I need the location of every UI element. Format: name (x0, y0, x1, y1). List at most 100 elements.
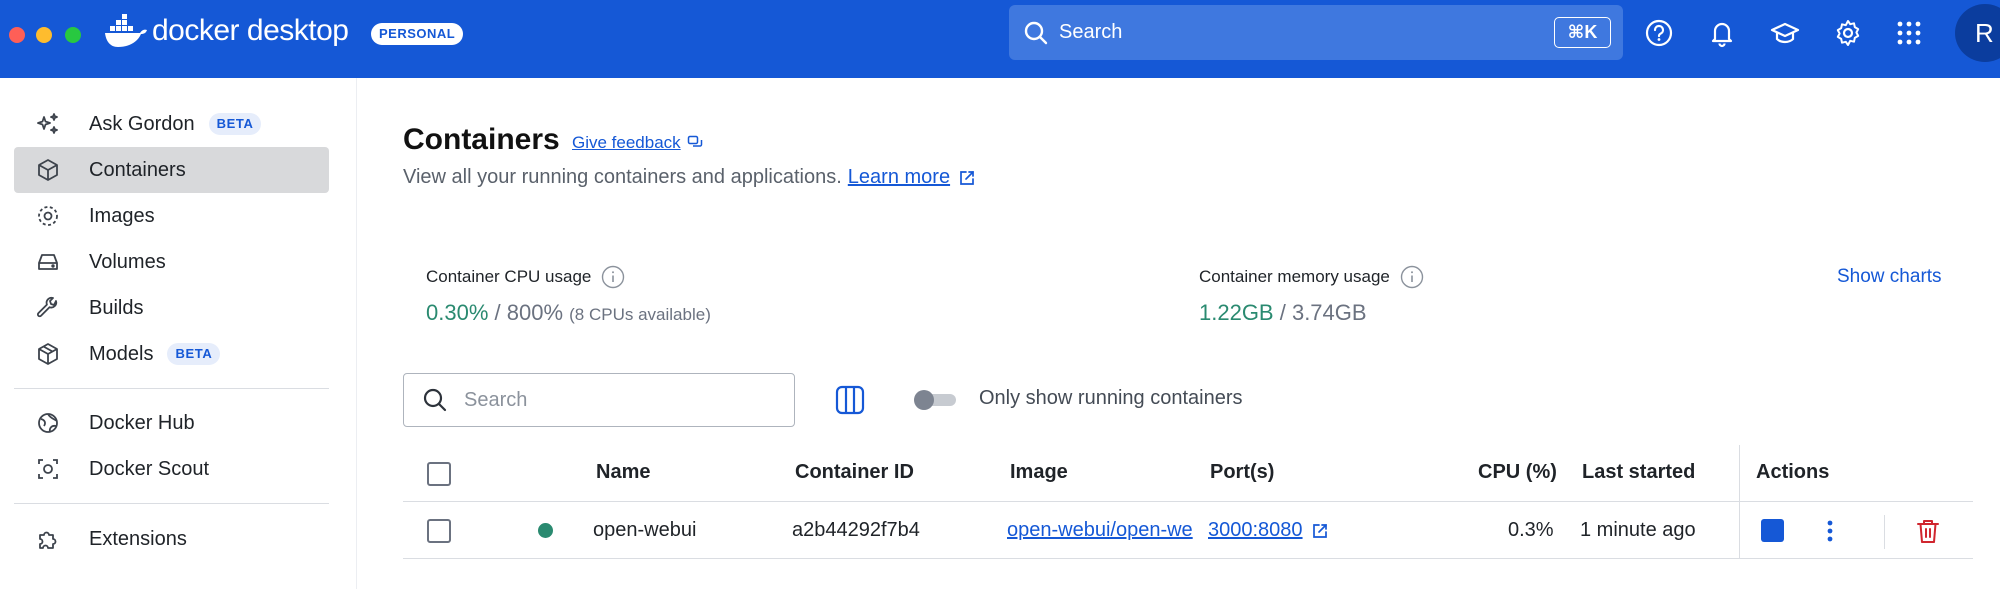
container-id: a2b44292f7b4 (792, 519, 920, 541)
container-icon (36, 158, 60, 182)
select-all-checkbox[interactable] (427, 462, 451, 486)
sidebar-item-label: Images (89, 204, 155, 227)
status-running-dot (538, 523, 553, 538)
learn-more-link[interactable]: Learn more (848, 166, 950, 189)
column-header-last-started[interactable]: Last started (1582, 461, 1695, 484)
container-search-placeholder: Search (464, 388, 528, 411)
stop-button[interactable] (1761, 519, 1784, 542)
window-close-button[interactable] (9, 27, 25, 43)
container-last-started: 1 minute ago (1580, 519, 1696, 541)
sidebar-item-label: Volumes (89, 250, 166, 273)
cpu-usage-value: 0.30% / 800% (8 CPUs available) (426, 300, 711, 326)
sidebar-item-label: Containers (89, 158, 186, 181)
sidebar-item-ask-gordon[interactable]: Ask Gordon BETA (14, 101, 329, 147)
cpu-used: 0.30% (426, 300, 489, 325)
table-row-divider (403, 558, 1973, 559)
port-link[interactable]: 3000:8080 (1208, 519, 1303, 542)
memory-sep: / (1273, 300, 1292, 325)
actions-column-divider (1739, 445, 1740, 558)
subtitle-text: View all your running containers and app… (403, 166, 842, 188)
column-header-image[interactable]: Image (1010, 461, 1068, 484)
sidebar-item-volumes[interactable]: Volumes (14, 239, 329, 285)
plan-badge: PERSONAL (371, 23, 464, 45)
scout-icon (36, 457, 60, 481)
beta-badge: BETA (167, 343, 221, 365)
column-header-actions: Actions (1756, 461, 1830, 483)
docker-whale-icon (105, 14, 147, 47)
give-feedback-label: Give feedback (572, 133, 681, 152)
memory-used: 1.22GB (1199, 300, 1274, 325)
top-bar: docker desktop PERSONAL Search ⌘K R (0, 0, 2000, 78)
sidebar-item-label: Extensions (89, 527, 187, 550)
info-icon[interactable] (601, 265, 625, 289)
apps-grid-icon[interactable] (1892, 16, 1926, 50)
docker-logo: docker desktop (104, 14, 349, 48)
window-minimize-button[interactable] (36, 27, 52, 43)
toggle-knob (914, 390, 934, 410)
window-zoom-button[interactable] (65, 27, 81, 43)
columns-icon (835, 385, 865, 415)
search-icon (423, 388, 447, 412)
images-icon (36, 204, 60, 228)
delete-trash-icon[interactable] (1913, 516, 1943, 546)
sidebar-item-label: Docker Scout (89, 457, 210, 480)
cpu-sep: / (488, 300, 507, 325)
main-content: Containers Give feedback View all your r… (358, 78, 2000, 589)
learning-center-icon[interactable] (1768, 16, 1802, 50)
hub-icon (36, 411, 60, 435)
beta-badge: BETA (208, 113, 262, 135)
global-search[interactable]: Search ⌘K (1009, 5, 1623, 60)
sidebar-item-images[interactable]: Images (14, 193, 329, 239)
cpu-total: 800% (506, 300, 564, 325)
column-header-container-id[interactable]: Container ID (795, 461, 914, 484)
wrench-icon (36, 296, 60, 320)
table-header-divider (403, 501, 1973, 502)
search-icon (1024, 21, 1048, 44)
user-avatar[interactable]: R (1955, 4, 2000, 62)
sidebar-item-label: Ask Gordon (89, 112, 195, 135)
sidebar-item-builds[interactable]: Builds (14, 285, 329, 331)
container-ports: 3000:8080 (1208, 519, 1329, 542)
sidebar: Ask Gordon BETA Containers Images Volume… (0, 78, 357, 589)
memory-usage-label: Container memory usage (1199, 265, 1424, 289)
notifications-bell-icon[interactable] (1705, 16, 1739, 50)
settings-gear-icon[interactable] (1831, 16, 1865, 50)
action-divider (1884, 515, 1885, 549)
help-icon[interactable] (1642, 16, 1676, 50)
memory-total: 3.74GB (1291, 300, 1367, 325)
container-name[interactable]: open-webui (593, 519, 696, 542)
container-search-input[interactable]: Search (403, 373, 795, 427)
more-actions-icon[interactable] (1821, 518, 1839, 544)
external-link-icon (960, 170, 974, 185)
column-header-ports[interactable]: Port(s) (1210, 461, 1274, 484)
container-cpu: 0.3% (1508, 519, 1554, 541)
app-name: docker desktop (152, 14, 349, 47)
info-icon[interactable] (1400, 265, 1424, 289)
sidebar-item-models[interactable]: Models BETA (14, 331, 329, 377)
sidebar-item-label: Docker Hub (89, 411, 195, 434)
running-only-toggle[interactable] (914, 390, 956, 410)
container-image-link[interactable]: open-webui/open-we (1007, 519, 1195, 542)
sidebar-item-label: Builds (89, 296, 144, 319)
show-charts-link[interactable]: Show charts (1837, 266, 1942, 288)
feedback-chat-icon (687, 135, 702, 147)
sidebar-item-containers[interactable]: Containers (14, 147, 329, 193)
sidebar-item-extensions[interactable]: Extensions (14, 516, 329, 562)
global-search-placeholder: Search (1059, 21, 1123, 43)
column-header-cpu[interactable]: CPU (%) (1478, 461, 1557, 484)
page-subtitle: View all your running containers and app… (403, 166, 976, 189)
cpu-usage-label-text: Container CPU usage (426, 267, 592, 286)
page-title: Containers (403, 123, 560, 156)
cube-icon (36, 342, 60, 366)
give-feedback-link[interactable]: Give feedback (572, 133, 703, 153)
column-settings-button[interactable] (831, 381, 869, 419)
column-header-name[interactable]: Name (596, 461, 650, 484)
volume-icon (36, 250, 60, 274)
search-shortcut: ⌘K (1554, 17, 1611, 48)
row-checkbox[interactable] (427, 519, 451, 543)
sidebar-item-docker-scout[interactable]: Docker Scout (14, 446, 329, 492)
sparkle-icon (36, 112, 60, 136)
sidebar-item-label: Models (89, 342, 154, 365)
sidebar-item-docker-hub[interactable]: Docker Hub (14, 400, 329, 446)
cpu-available-note: (8 CPUs available) (569, 305, 711, 324)
